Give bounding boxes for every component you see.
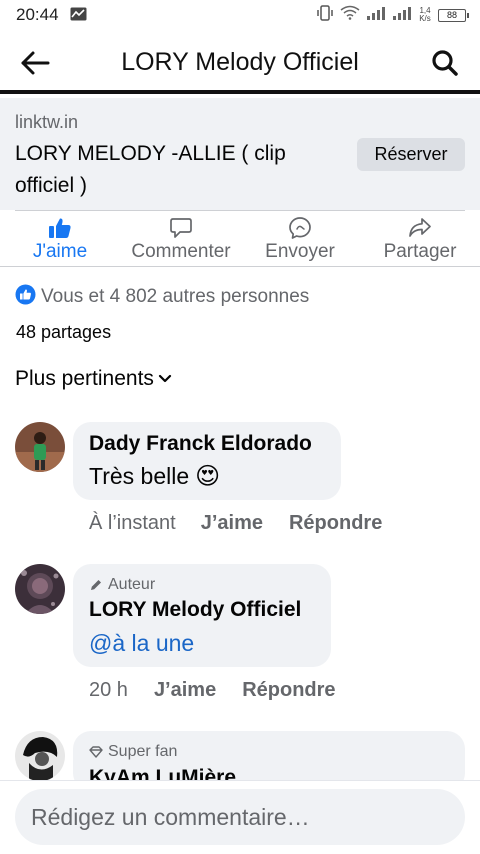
back-button[interactable] (18, 46, 52, 80)
link-title: LORY MELODY -ALLIE ( clip officiel ) (15, 142, 286, 197)
avatar[interactable] (15, 731, 65, 781)
like-action-button[interactable]: J'aime (15, 216, 105, 266)
net-speed: 1,4 K/s (418, 7, 432, 23)
send-action-button[interactable]: Envoyer (258, 216, 342, 266)
badge-label: Auteur (108, 576, 156, 593)
comment-reply-button[interactable]: Répondre (289, 512, 382, 535)
status-time: 20:44 (16, 5, 59, 24)
comment-sort-dropdown[interactable]: Plus pertinents (15, 367, 172, 391)
vibrate-icon (316, 4, 334, 26)
super-fan-badge: Super fan (89, 743, 177, 761)
comment-input[interactable] (15, 789, 465, 845)
like-action-label: J'aime (32, 241, 88, 262)
net-speed-unit: K/s (419, 14, 431, 23)
link-preview-card[interactable]: linktw.in LORY MELODY -ALLIE ( clip offi… (0, 98, 480, 210)
comment-meta: À l’instant J’aime Répondre (89, 512, 382, 535)
arrow-left-icon (21, 51, 50, 75)
comment-composer-bar (0, 780, 480, 854)
comment-text: Très belle 😍 (89, 462, 220, 491)
post-actions-bar: J'aime Commenter Envoyer Partager (0, 212, 480, 266)
comment-meta: 20 h J’aime Répondre (89, 679, 336, 702)
card-divider (15, 210, 465, 211)
comment-body: Très belle (89, 463, 190, 489)
like-reaction-icon (15, 284, 36, 310)
signal-icon-2 (392, 6, 412, 25)
avatar[interactable] (15, 422, 65, 472)
comment-reply-button[interactable]: Répondre (242, 679, 335, 702)
sort-label: Plus pertinents (15, 367, 154, 390)
reactions-count-text: Vous et 4 802 autres personnes (41, 286, 310, 307)
messenger-icon (288, 216, 312, 240)
comment-mention[interactable]: @à la une (89, 630, 194, 657)
activity-icon (70, 7, 87, 26)
comment-author[interactable]: Dady Franck Eldorado (89, 432, 312, 456)
app-bar: LORY Melody Officiel (0, 30, 480, 94)
pencil-icon (91, 580, 101, 590)
author-badge: Auteur (89, 576, 155, 594)
comment-time: 20 h (89, 679, 128, 701)
share-action-button[interactable]: Partager (378, 216, 462, 266)
share-icon (408, 216, 432, 240)
comment-like-button[interactable]: J’aime (201, 512, 263, 535)
comment-author[interactable]: LORY Melody Officiel (89, 598, 301, 622)
comment-like-button[interactable]: J’aime (154, 679, 216, 702)
avatar[interactable] (15, 564, 65, 614)
comment-time: À l’instant (89, 512, 176, 534)
comment-action-button[interactable]: Commenter (122, 216, 240, 266)
heart-eyes-emoji: 😍 (195, 463, 221, 490)
reserve-button[interactable]: Réserver (357, 138, 465, 171)
send-action-label: Envoyer (265, 241, 335, 262)
page-title: LORY Melody Officiel (121, 48, 359, 76)
diamond-icon (89, 746, 103, 758)
status-icons: 1,4 K/s 88 (316, 4, 469, 26)
search-icon (432, 50, 458, 76)
share-action-label: Partager (383, 241, 457, 262)
wifi-icon (340, 5, 360, 25)
battery-icon: 88 (438, 8, 469, 22)
signal-icon (366, 6, 386, 25)
reactions-summary[interactable]: Vous et 4 802 autres personnes (15, 284, 309, 310)
badge-label: Super fan (108, 743, 178, 760)
link-domain: linktw.in (15, 112, 79, 132)
search-button[interactable] (428, 46, 462, 80)
thumbs-up-icon (48, 216, 72, 240)
chevron-down-icon (158, 374, 172, 383)
shares-count[interactable]: 48 partages (16, 322, 111, 343)
comment-icon (170, 216, 192, 240)
status-bar: 20:44 1,4 K/s 88 (0, 0, 480, 30)
actions-divider (0, 266, 480, 267)
comment-text: @à la une (89, 630, 194, 657)
comment-action-label: Commenter (131, 241, 231, 262)
